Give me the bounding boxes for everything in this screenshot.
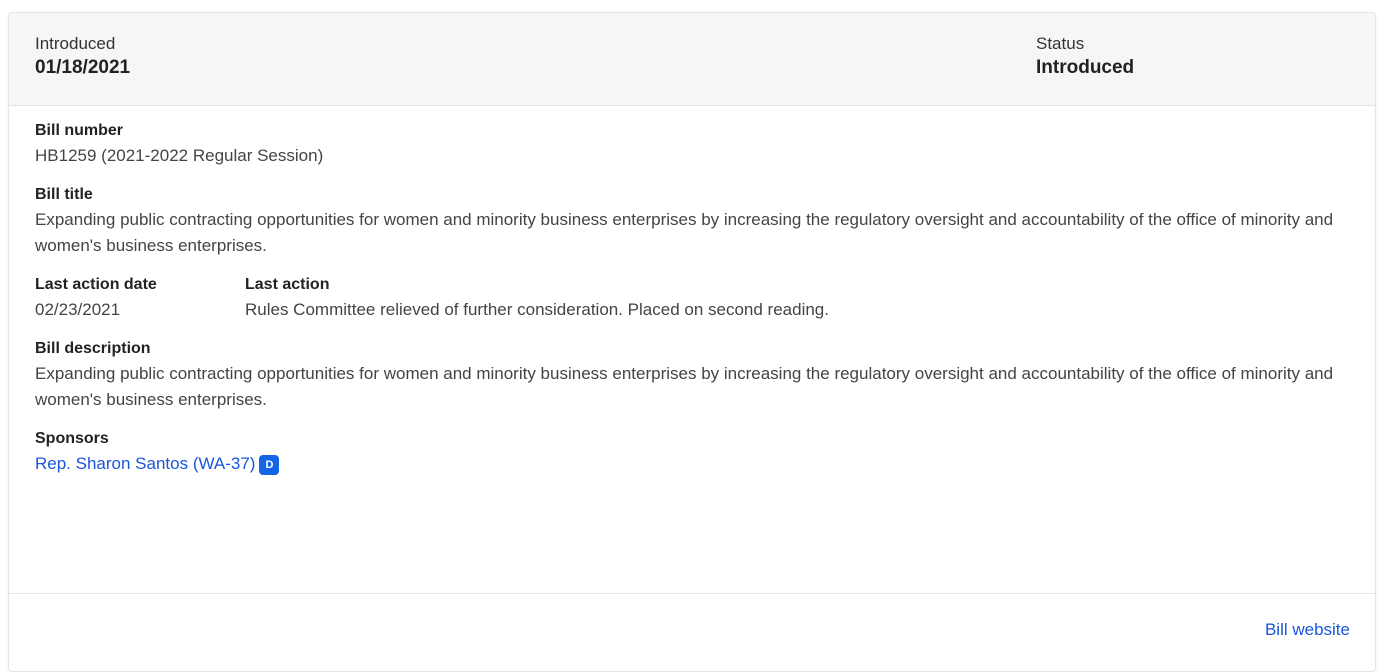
party-badge: D (259, 455, 280, 475)
last-action-label: Last action (245, 276, 330, 293)
bill-card: Introduced 01/18/2021 Status Introduced … (8, 12, 1376, 672)
status-block: Status Introduced (1036, 33, 1134, 81)
last-action-field: Last action Rules Committee relieved of … (245, 273, 1355, 323)
bill-details: Bill number HB1259 (2021-2022 Regular Se… (35, 119, 1355, 491)
bill-number-label: Bill number (35, 122, 124, 139)
status-value: Introduced (1036, 57, 1135, 78)
bill-number-field: Bill number HB1259 (2021-2022 Regular Se… (35, 119, 1355, 169)
sponsor-item: Rep. Sharon Santos (WA-37) D (35, 451, 1355, 477)
bill-number-value: HB1259 (2021-2022 Regular Session) (35, 146, 324, 165)
sponsors-field: Sponsors Rep. Sharon Santos (WA-37) D (35, 427, 1355, 477)
last-action-date-label: Last action date (35, 276, 157, 293)
footer-divider (9, 593, 1375, 594)
bill-description-value: Expanding public contracting opportuniti… (35, 364, 1334, 409)
bill-header: Introduced 01/18/2021 Status Introduced (9, 13, 1375, 106)
bill-website-link[interactable]: Bill website (1265, 620, 1350, 640)
bill-title-label: Bill title (35, 186, 93, 203)
last-action-row: Last action date 02/23/2021 Last action … (35, 273, 1355, 323)
introduced-block: Introduced 01/18/2021 (35, 33, 130, 81)
introduced-date: 01/18/2021 (35, 57, 131, 78)
bill-title-field: Bill title Expanding public contracting … (35, 183, 1355, 259)
sponsor-link[interactable]: Rep. Sharon Santos (WA-37) (35, 454, 255, 473)
bill-description-field: Bill description Expanding public contra… (35, 337, 1355, 413)
introduced-label: Introduced (35, 34, 116, 53)
bill-title-value: Expanding public contracting opportuniti… (35, 210, 1334, 255)
status-label: Status (1036, 34, 1085, 53)
bill-description-label: Bill description (35, 340, 151, 357)
last-action-value: Rules Committee relieved of further cons… (245, 300, 829, 319)
last-action-date-value: 02/23/2021 (35, 300, 121, 319)
sponsors-label: Sponsors (35, 430, 109, 447)
last-action-date-field: Last action date 02/23/2021 (35, 273, 245, 323)
